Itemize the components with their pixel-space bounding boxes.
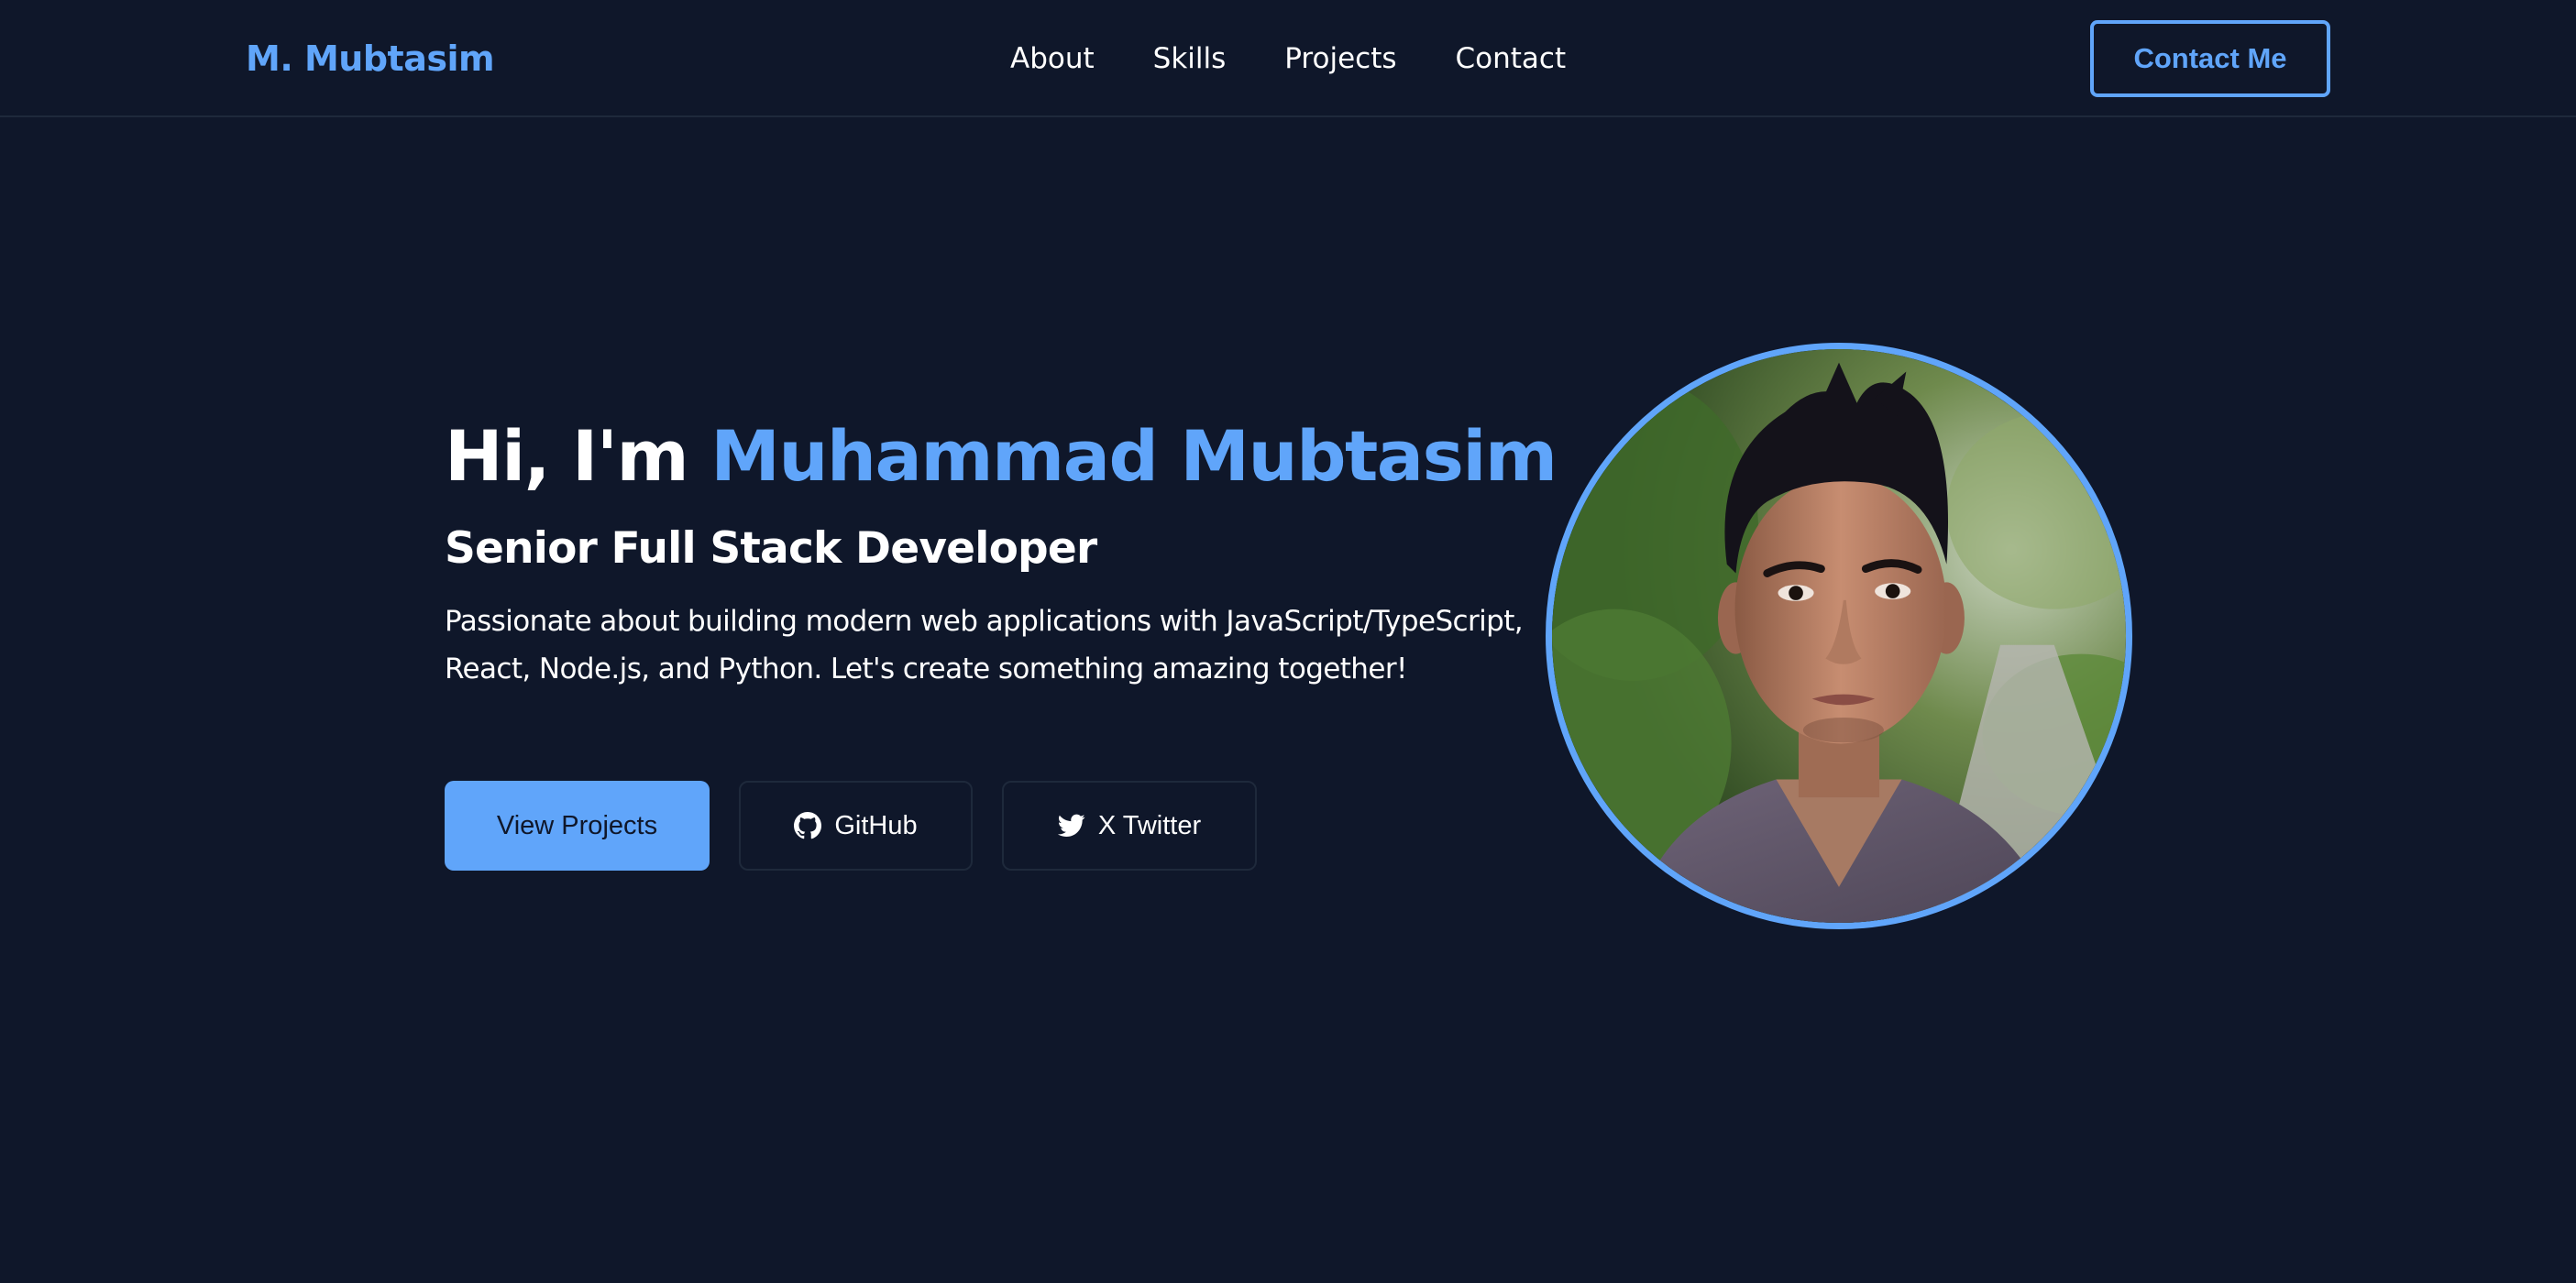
twitter-icon bbox=[1057, 814, 1085, 838]
brand-logo[interactable]: M. Mubtasim bbox=[246, 38, 495, 79]
twitter-button[interactable]: X Twitter bbox=[1002, 781, 1257, 871]
main-nav: About Skills Projects Contact bbox=[1010, 42, 1566, 75]
hero-buttons: View Projects GitHub X Twitter bbox=[445, 781, 1257, 871]
navbar: M. Mubtasim About Skills Projects Contac… bbox=[0, 0, 2576, 117]
github-label: GitHub bbox=[834, 810, 918, 840]
view-projects-button[interactable]: View Projects bbox=[445, 781, 710, 871]
nav-link-projects[interactable]: Projects bbox=[1284, 42, 1396, 75]
hero-section: Hi, I'm Muhammad Mubtasim Senior Full St… bbox=[445, 414, 1563, 693]
github-button[interactable]: GitHub bbox=[739, 781, 973, 871]
nav-link-about[interactable]: About bbox=[1010, 42, 1095, 75]
nav-link-contact[interactable]: Contact bbox=[1456, 42, 1567, 75]
github-icon bbox=[794, 812, 822, 839]
contact-me-button[interactable]: Contact Me bbox=[2090, 20, 2330, 97]
profile-avatar bbox=[1546, 343, 2132, 929]
hero-heading: Hi, I'm Muhammad Mubtasim bbox=[445, 414, 1563, 498]
hero-greeting: Hi, I'm bbox=[445, 415, 711, 497]
hero-name: Muhammad Mubtasim bbox=[710, 415, 1558, 497]
nav-link-skills[interactable]: Skills bbox=[1153, 42, 1227, 75]
view-projects-label: View Projects bbox=[496, 810, 658, 840]
twitter-label: X Twitter bbox=[1097, 810, 1202, 840]
profile-photo bbox=[1552, 349, 2126, 923]
hero-description: Passionate about building modern web app… bbox=[445, 604, 1524, 685]
hero-role: Senior Full Stack Developer bbox=[445, 523, 1097, 575]
